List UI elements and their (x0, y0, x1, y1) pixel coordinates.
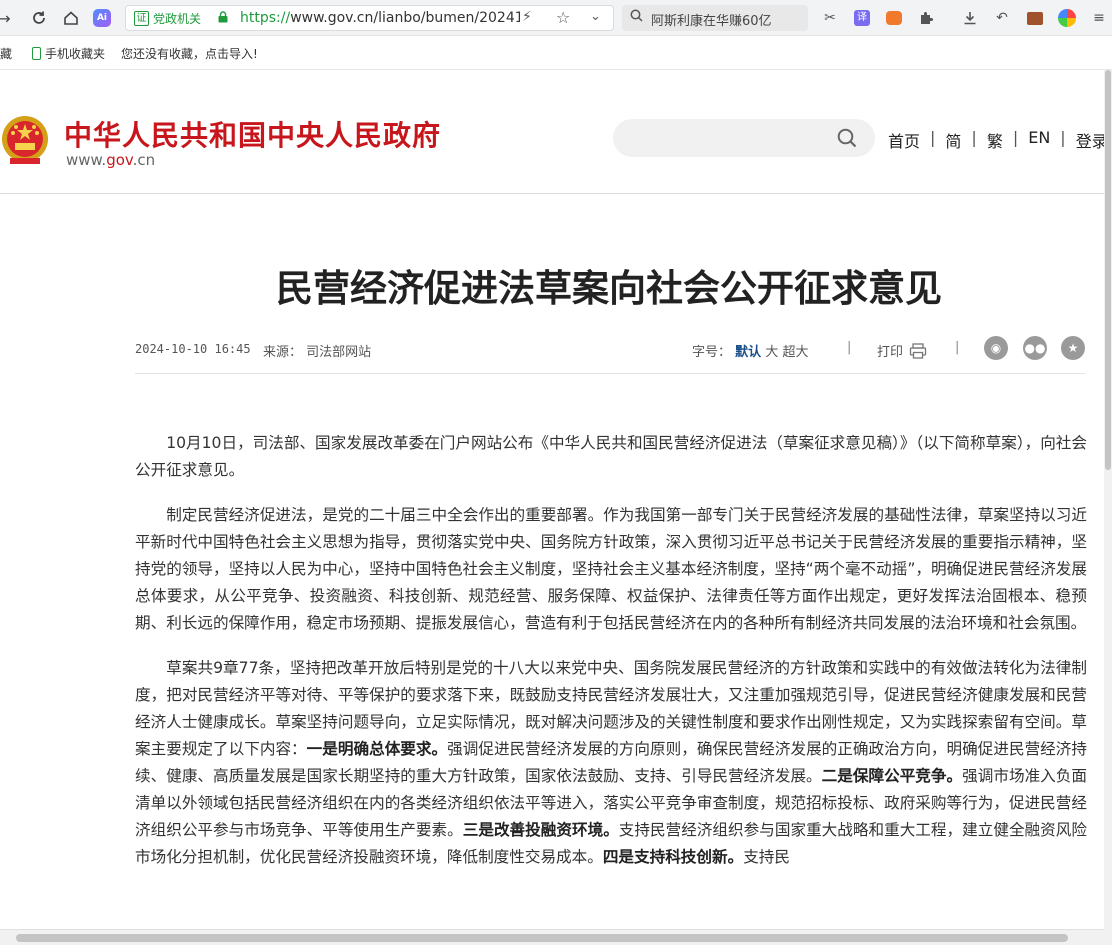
article-title: 民营经济促进法草案向社会公开征求意见 (276, 267, 942, 310)
print-button[interactable]: 打印 (877, 341, 927, 360)
site-header: 中华人民共和国中央人民政府 www.gov.cn 首页 | 简 | 繁 | EN | 登… (0, 70, 1104, 194)
site-domain: www.gov.cn (66, 151, 156, 169)
nav-home[interactable]: 首页 (888, 128, 920, 152)
lock-icon (218, 11, 228, 23)
address-bar[interactable]: 证 党政机关 https://www.gov.cn/lianbo/bumen/2… (125, 5, 614, 31)
chevron-down-icon[interactable]: ⌄ (590, 9, 601, 24)
forward-icon[interactable]: → (0, 6, 16, 30)
wechat-share-icon[interactable]: ●● (1023, 336, 1047, 360)
extensions-puzzle-icon[interactable] (916, 8, 936, 28)
scrollbar-thumb[interactable] (1105, 70, 1111, 470)
ai-assistant-icon[interactable]: Ai (90, 6, 114, 30)
search-icon (630, 9, 643, 26)
favorite-star-icon[interactable]: ★ (1061, 336, 1085, 360)
nav-separator: | (930, 128, 936, 147)
search-icon[interactable] (837, 128, 857, 148)
browser-toolbar: → Ai 证 党政机关 https://www.gov.cn/lianbo/bu… (0, 0, 1112, 36)
paragraph: 10月10日，司法部、国家发展改革委在门户网站公布《中华人民共和国民营经济促进法… (135, 434, 1087, 479)
import-bookmarks-link[interactable]: 您还没有收藏，点击导入! (121, 45, 258, 62)
download-icon[interactable] (960, 8, 980, 28)
national-emblem-logo[interactable] (0, 114, 50, 168)
article-body: 10月10日，司法部、国家发展改革委在门户网站公布《中华人民共和国民营经济促进法… (135, 430, 1087, 889)
printer-icon (909, 342, 927, 359)
web-page: 中华人民共和国中央人民政府 www.gov.cn 首页 | 简 | 繁 | EN | 登… (0, 70, 1104, 945)
nav-separator: | (1060, 128, 1066, 147)
scrollbar-thumb[interactable] (16, 934, 1068, 942)
bookmarks-bar: 藏 手机收藏夹 您还没有收藏，点击导入! (0, 36, 1112, 70)
badge-label: 党政机关 (153, 12, 202, 26)
nav-simplified[interactable]: 简 (945, 128, 961, 152)
profile-avatar-icon[interactable] (1057, 8, 1077, 28)
horizontal-scrollbar[interactable] (0, 929, 1104, 945)
undo-icon[interactable]: ↶ (992, 8, 1012, 28)
phone-icon (32, 47, 41, 60)
font-size-label: 字号： (692, 345, 732, 360)
translate-icon[interactable]: 译 (852, 8, 872, 28)
mobile-bookmarks[interactable]: 手机收藏夹 (32, 45, 105, 62)
home-icon[interactable] (59, 6, 83, 30)
game-extension-icon[interactable] (884, 8, 904, 28)
site-title[interactable]: 中华人民共和国中央人民政府 (64, 114, 441, 154)
paragraph: 草案共9章77条，坚持把改革开放后特别是党的十八大以来党中央、国务院发展民营经济… (135, 659, 1087, 866)
browser-search-box[interactable]: 阿斯利康在华赚60亿 (622, 5, 808, 31)
search-query: 阿斯利康在华赚60亿 (651, 14, 772, 29)
top-nav: 首页 | 简 | 繁 | EN | 登录 (888, 128, 1104, 152)
meta-separator: | (847, 340, 852, 355)
government-site-badge[interactable]: 证 党政机关 (132, 9, 205, 28)
font-xlarge-button[interactable]: 超大 (782, 345, 808, 360)
meta-separator: | (955, 340, 960, 355)
font-size-options: 字号： 默认 大 超大 (692, 341, 808, 360)
menu-icon[interactable]: ≡ (1089, 8, 1109, 28)
print-label: 打印 (877, 345, 904, 360)
publish-date: 2024-10-10 16:45 (135, 342, 251, 356)
bookmark-folder-label[interactable]: 藏 (0, 45, 12, 62)
paragraph: 制定民营经济促进法，是党的二十届三中全会作出的重要部署。作为我国第一部专门关于民… (135, 506, 1087, 632)
url-text[interactable]: https://www.gov.cn/lianbo/bumen/20241 (240, 10, 520, 26)
font-large-button[interactable]: 大 (765, 345, 778, 360)
font-default-button[interactable]: 默认 (735, 345, 761, 360)
lightning-icon[interactable]: ⚡ (522, 9, 532, 25)
bookmark-star-icon[interactable]: ☆ (556, 8, 570, 27)
vertical-scrollbar[interactable] (1104, 70, 1112, 945)
article-source: 来源： 司法部网站 (263, 345, 372, 360)
weibo-share-icon[interactable]: ◉ (984, 336, 1008, 360)
reload-icon[interactable] (27, 6, 51, 30)
briefcase-icon[interactable] (1025, 8, 1045, 28)
nav-login[interactable]: 登录 (1076, 128, 1104, 152)
nav-separator: | (1012, 128, 1019, 147)
mobile-bookmarks-label: 手机收藏夹 (45, 47, 106, 61)
nav-english[interactable]: EN (1028, 128, 1050, 152)
certificate-icon: 证 (134, 11, 149, 26)
article-meta: 2024-10-10 16:45 来源： 司法部网站 字号： 默认 大 超大 |… (135, 336, 1085, 374)
site-search-input[interactable] (613, 119, 875, 157)
scissors-icon[interactable]: ✂ (820, 8, 840, 28)
nav-separator: | (971, 128, 977, 147)
nav-traditional[interactable]: 繁 (987, 128, 1003, 152)
